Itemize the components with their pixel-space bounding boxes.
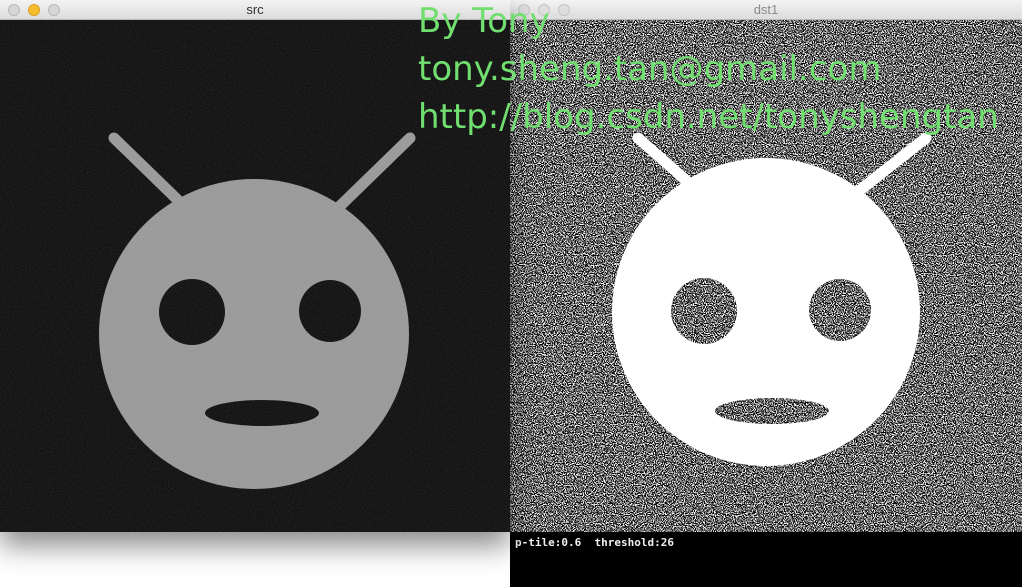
dst1-titlebar[interactable]: dst1 (510, 0, 1022, 20)
src-window: src (0, 0, 510, 532)
dst1-image-canvas (510, 20, 1022, 532)
android-face-icon (0, 20, 510, 532)
ptile-threshold-readout: p-tile:0.6 threshold:26 (515, 536, 674, 549)
dst1-window-title: dst1 (753, 2, 779, 17)
desktop: src dst1 p-tile:0.6 threshold:26 By Tony… (0, 0, 1022, 587)
src-window-title: src (246, 2, 264, 17)
dst1-window: dst1 p-tile:0.6 threshold:26 (510, 0, 1022, 587)
threshold-value: 26 (660, 536, 674, 549)
src-image-canvas (0, 20, 510, 532)
ptile-label: p-tile: (515, 536, 562, 549)
binarized-android-face-icon (510, 20, 1022, 532)
ptile-value: 0.6 (561, 536, 582, 549)
threshold-label: threshold: (594, 536, 661, 549)
dst1-status-bar: p-tile:0.6 threshold:26 (510, 532, 1022, 587)
src-titlebar[interactable]: src (0, 0, 510, 20)
